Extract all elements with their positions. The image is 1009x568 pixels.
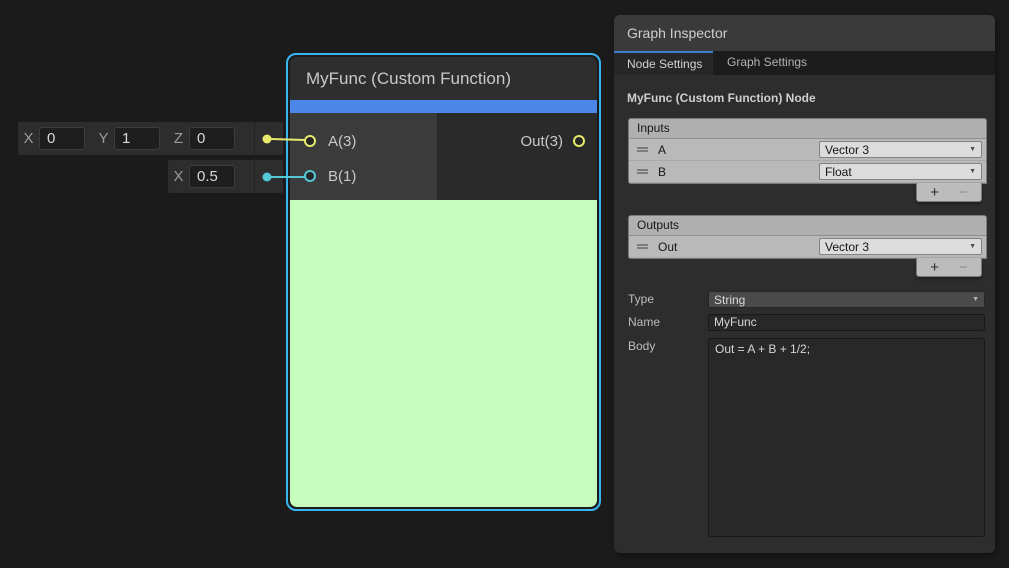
input-b-type-dropdown[interactable]: Float ▼ [819, 163, 982, 180]
inputs-list-footer: + − [916, 183, 982, 202]
dropdown-arrow-icon: ▼ [969, 146, 981, 153]
y-field-label: Y [93, 130, 114, 147]
output-out-name: Out [658, 240, 677, 254]
name-field[interactable]: MyFunc [708, 314, 985, 331]
dropdown-arrow-icon: ▼ [969, 243, 981, 250]
input-port-a-icon[interactable] [304, 135, 316, 147]
z-field-label: Z [168, 130, 189, 147]
input-a-type-dropdown[interactable]: Vector 3 ▼ [819, 141, 982, 158]
y-value-field[interactable]: 1 [114, 127, 160, 150]
body-property-row: Body Out = A + B + 1/2; [614, 338, 995, 537]
tab-node-settings[interactable]: Node Settings [614, 51, 713, 75]
input-b-name: B [658, 165, 666, 179]
x-value-field[interactable]: 0 [39, 127, 85, 150]
outputs-list: Outputs Out Vector 3 ▼ + − [628, 215, 987, 259]
input-port-b-label: B(1) [328, 168, 356, 185]
output-port-out-label: Out(3) [520, 133, 563, 150]
float-value-field[interactable]: 0.5 [189, 165, 235, 188]
name-property-row: Name MyFunc [614, 314, 995, 331]
node-port-area: A(3) B(1) Out(3) [290, 113, 597, 200]
type-dropdown[interactable]: String ▼ [708, 291, 985, 308]
inputs-list: Inputs A Vector 3 ▼ B Float ▼ + − [628, 118, 987, 184]
body-label: Body [614, 338, 708, 537]
dropdown-arrow-icon: ▼ [969, 168, 981, 175]
drag-handle-icon[interactable] [637, 169, 648, 174]
float-port-cell [254, 160, 283, 193]
type-value: String [709, 293, 972, 307]
port-row-b: B(1) [290, 161, 437, 191]
node-output-ports: Out(3) [437, 113, 597, 200]
inputs-row-a[interactable]: A Vector 3 ▼ [629, 139, 986, 161]
output-port-out-icon[interactable] [573, 135, 585, 147]
x-field-label: X [18, 130, 39, 147]
port-row-out: Out(3) [437, 126, 597, 156]
node-title: MyFunc (Custom Function) [290, 57, 597, 100]
input-port-a-label: A(3) [328, 133, 356, 150]
graph-inspector-panel: Graph Inspector Node Settings Graph Sett… [614, 15, 995, 553]
output-out-type-dropdown[interactable]: Vector 3 ▼ [819, 238, 982, 255]
tab-graph-settings[interactable]: Graph Settings [713, 51, 821, 75]
inputs-list-header: Inputs [629, 119, 986, 139]
vector3-input-widget: X 0 Y 1 Z 0 [18, 122, 283, 155]
vector3-port-cell [254, 122, 283, 155]
inspector-tabstrip: Node Settings Graph Settings [614, 51, 995, 75]
input-port-b-icon[interactable] [304, 170, 316, 182]
remove-input-button[interactable]: − [959, 184, 968, 201]
shader-graph-canvas[interactable]: X 0 Y 1 Z 0 X 0.5 MyFunc (Custom Functio… [0, 0, 1009, 568]
add-output-button[interactable]: + [930, 259, 939, 276]
z-value-field[interactable]: 0 [189, 127, 235, 150]
name-label: Name [614, 314, 708, 331]
custom-function-node[interactable]: MyFunc (Custom Function) A(3) B(1) Out(3… [286, 53, 601, 511]
x-field-label: X [168, 168, 189, 185]
input-a-name: A [658, 143, 666, 157]
remove-output-button[interactable]: − [959, 259, 968, 276]
outputs-list-header: Outputs [629, 216, 986, 236]
type-property-row: Type String ▼ [614, 291, 995, 308]
node-input-ports: A(3) B(1) [290, 113, 437, 200]
input-b-type-value: Float [820, 165, 969, 179]
input-a-type-value: Vector 3 [820, 143, 969, 157]
outputs-row-out[interactable]: Out Vector 3 ▼ [629, 236, 986, 258]
graph-inspector-titlebar[interactable]: Graph Inspector [614, 15, 995, 51]
drag-handle-icon[interactable] [637, 244, 648, 249]
port-row-a: A(3) [290, 126, 437, 156]
type-label: Type [614, 291, 708, 308]
node-body: MyFunc (Custom Function) A(3) B(1) Out(3… [290, 57, 597, 507]
node-accent-bar [290, 100, 597, 113]
add-input-button[interactable]: + [930, 184, 939, 201]
float-input-widget: X 0.5 [168, 160, 283, 193]
dropdown-arrow-icon: ▼ [972, 296, 984, 303]
node-preview [290, 200, 597, 507]
outputs-list-footer: + − [916, 258, 982, 277]
inputs-row-b[interactable]: B Float ▼ [629, 161, 986, 183]
node-settings-heading: MyFunc (Custom Function) Node [627, 91, 816, 105]
drag-handle-icon[interactable] [637, 147, 648, 152]
output-out-type-value: Vector 3 [820, 240, 969, 254]
body-field[interactable]: Out = A + B + 1/2; [708, 338, 985, 537]
